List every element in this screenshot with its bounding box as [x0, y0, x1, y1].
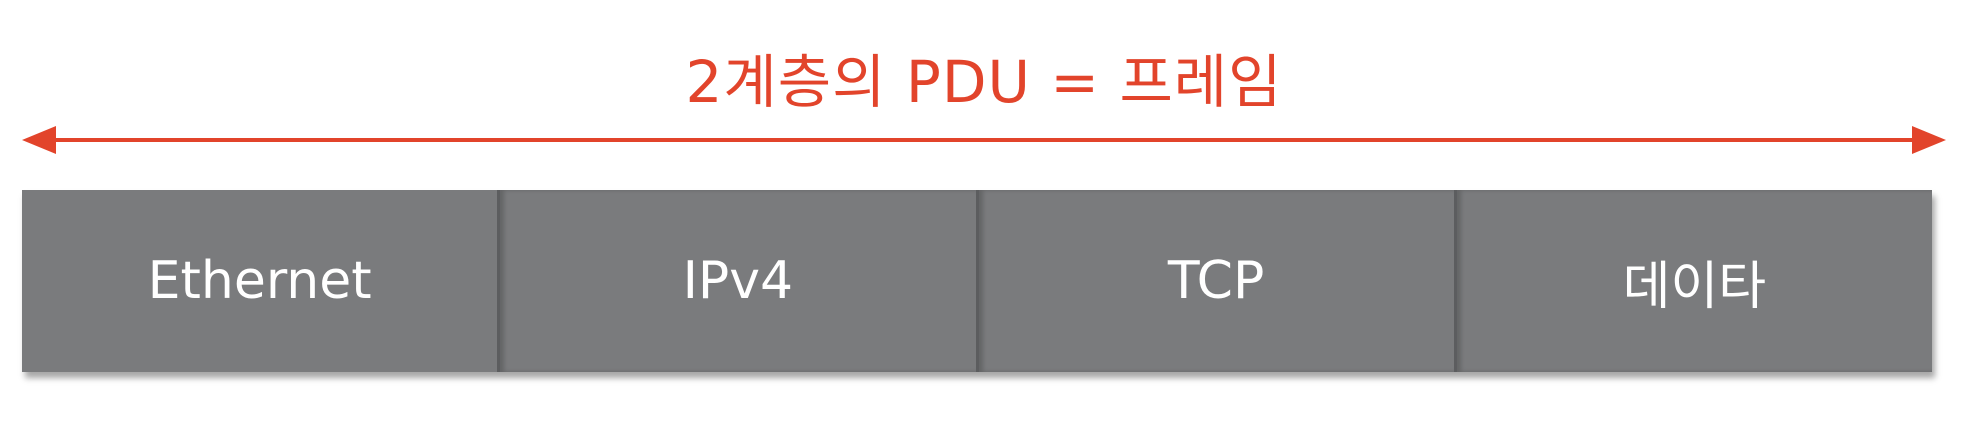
double-arrow-icon [22, 126, 1946, 154]
segment-data: 데이타 [1453, 190, 1932, 372]
segment-tcp: TCP [975, 190, 1454, 372]
pdu-title: 2계층의 PDU = 프레임 [685, 48, 1283, 116]
segment-label: IPv4 [682, 251, 794, 311]
segment-ipv4: IPv4 [497, 190, 975, 372]
segment-label: TCP [1167, 251, 1265, 311]
segment-label: 데이타 [1622, 256, 1767, 317]
frame-structure: Ethernet IPv4 TCP 데이타 [22, 190, 1932, 372]
segment-ethernet: Ethernet [22, 190, 497, 372]
segment-label: Ethernet [147, 251, 372, 311]
